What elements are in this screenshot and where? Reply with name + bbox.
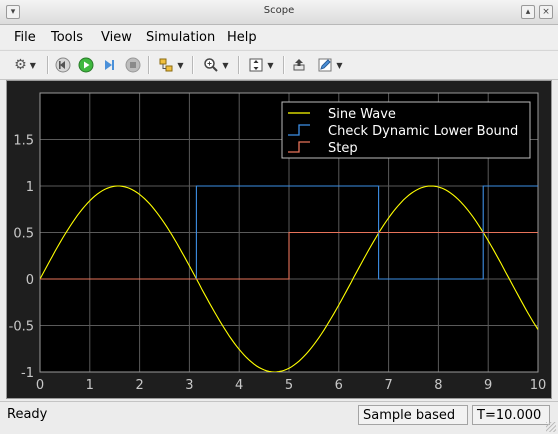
- resize-grip[interactable]: [546, 422, 556, 432]
- data-point-0: [189, 265, 190, 266]
- chevron-down-icon: ▼: [29, 60, 36, 70]
- close-button[interactable]: ×: [539, 5, 553, 19]
- edit-style-button[interactable]: ▼: [313, 54, 347, 76]
- data-point-0: [139, 194, 140, 195]
- y-tick-label: 1.5: [13, 134, 34, 149]
- x-tick-label: 10: [530, 378, 547, 393]
- data-point-0: [338, 304, 339, 305]
- status-text: Ready: [7, 407, 48, 422]
- settings-button[interactable]: ⚙ ▼: [8, 54, 42, 76]
- undock-button[interactable]: [290, 54, 308, 76]
- legend-label: Step: [328, 141, 358, 156]
- title-bar: Scope ▾ ▴ ×: [0, 0, 558, 25]
- gear-icon: ⚙: [14, 57, 27, 73]
- data-point-1: [378, 185, 379, 186]
- data-point-0: [118, 185, 119, 186]
- data-point-2: [537, 232, 538, 233]
- scale-axes-button[interactable]: ▼: [244, 54, 278, 76]
- undock-icon: [293, 59, 305, 71]
- run-icon: [78, 57, 94, 73]
- toolbar: ⚙ ▼ ▼ ▼ ▼ ▼: [0, 50, 558, 80]
- data-point-1: [483, 185, 484, 186]
- data-point-0: [463, 204, 464, 205]
- data-point-0: [313, 344, 314, 345]
- data-point-2: [288, 278, 289, 279]
- y-tick-label: 0: [26, 273, 34, 288]
- toolbar-separator: [148, 56, 150, 74]
- highlight-icon: [159, 58, 173, 72]
- data-point-0: [363, 258, 364, 259]
- data-point-0: [89, 200, 90, 201]
- x-tick-label: 5: [285, 378, 293, 393]
- data-point-0: [164, 223, 165, 224]
- data-point-0: [388, 217, 389, 218]
- stop-button[interactable]: [124, 54, 142, 76]
- x-tick-label: 1: [86, 378, 94, 393]
- data-point-2: [39, 278, 40, 279]
- x-tick-label: 8: [434, 378, 442, 393]
- window-title: Scope: [263, 5, 295, 16]
- data-point-0: [431, 185, 432, 186]
- step-forward-button[interactable]: [100, 54, 118, 76]
- status-bar: Ready Sample based T=10.000: [0, 401, 558, 434]
- data-point-1: [196, 185, 197, 186]
- step-back-button[interactable]: [54, 54, 72, 76]
- x-tick-label: 7: [384, 378, 392, 393]
- data-point-1: [483, 278, 484, 279]
- data-point-0: [64, 234, 65, 235]
- data-point-1: [378, 278, 379, 279]
- y-tick-label: 1: [26, 180, 34, 195]
- chevron-down-icon: ▼: [222, 60, 229, 70]
- y-tick-label: 0.5: [13, 227, 34, 242]
- step-forward-icon: [105, 60, 114, 70]
- data-point-0: [438, 186, 439, 187]
- x-tick-label: 2: [135, 378, 143, 393]
- x-tick-label: 9: [484, 378, 492, 393]
- data-point-0: [537, 329, 538, 330]
- simulation-time: T=10.000: [472, 405, 550, 425]
- legend-label: Sine Wave: [328, 107, 396, 122]
- scope-display[interactable]: 0 1 2 3 4 5 6 7 8 9 10 -1 -0.5 0 0.5 1 1.5 Sine Wave Check…: [6, 80, 552, 399]
- menu-help[interactable]: Help: [227, 30, 257, 45]
- y-tick-label: -0.5: [9, 320, 34, 335]
- data-point-0: [239, 349, 240, 350]
- scope-plot[interactable]: 0 1 2 3 4 5 6 7 8 9 10 -1 -0.5 0 0.5 1 1.5 Sine Wave Check…: [7, 81, 551, 398]
- data-point-0: [513, 285, 514, 286]
- toolbar-separator: [47, 56, 49, 74]
- zoom-button[interactable]: ▼: [199, 54, 233, 76]
- data-point-0: [214, 311, 215, 312]
- chevron-down-icon: ▼: [177, 60, 184, 70]
- edit-icon: [318, 58, 332, 72]
- x-tick-label: 3: [185, 378, 193, 393]
- toolbar-separator: [238, 56, 240, 74]
- menu-simulation[interactable]: Simulation: [146, 30, 215, 45]
- menu-tools[interactable]: Tools: [51, 30, 83, 45]
- highlight-block-button[interactable]: ▼: [155, 54, 187, 76]
- window-menu-button[interactable]: ▾: [6, 5, 20, 19]
- menu-bar: File Tools View Simulation Help ↘: [0, 25, 558, 66]
- data-point-2: [288, 232, 289, 233]
- step-back-icon: [55, 57, 71, 73]
- data-point-0: [274, 371, 275, 372]
- toolbar-separator: [283, 56, 285, 74]
- chevron-down-icon: ▼: [336, 60, 343, 70]
- data-point-0: [288, 368, 289, 369]
- chevron-down-icon: ▼: [267, 60, 274, 70]
- sample-mode-indicator: Sample based: [358, 405, 468, 425]
- data-point-0: [488, 240, 489, 241]
- run-button[interactable]: [77, 54, 95, 76]
- scale-icon: [249, 58, 263, 72]
- data-point-1: [537, 185, 538, 186]
- legend-label: Check Dynamic Lower Bound: [328, 124, 518, 139]
- toolbar-separator: [192, 56, 194, 74]
- x-tick-label: 6: [335, 378, 343, 393]
- stop-icon: [125, 57, 141, 73]
- x-tick-label: 4: [235, 378, 243, 393]
- maximize-button[interactable]: ▴: [521, 5, 535, 19]
- menu-file[interactable]: File: [14, 30, 36, 45]
- y-tick-label: -1: [21, 366, 34, 381]
- zoom-icon: [204, 58, 219, 72]
- x-tick-label: 0: [36, 378, 44, 393]
- menu-view[interactable]: View: [101, 30, 132, 45]
